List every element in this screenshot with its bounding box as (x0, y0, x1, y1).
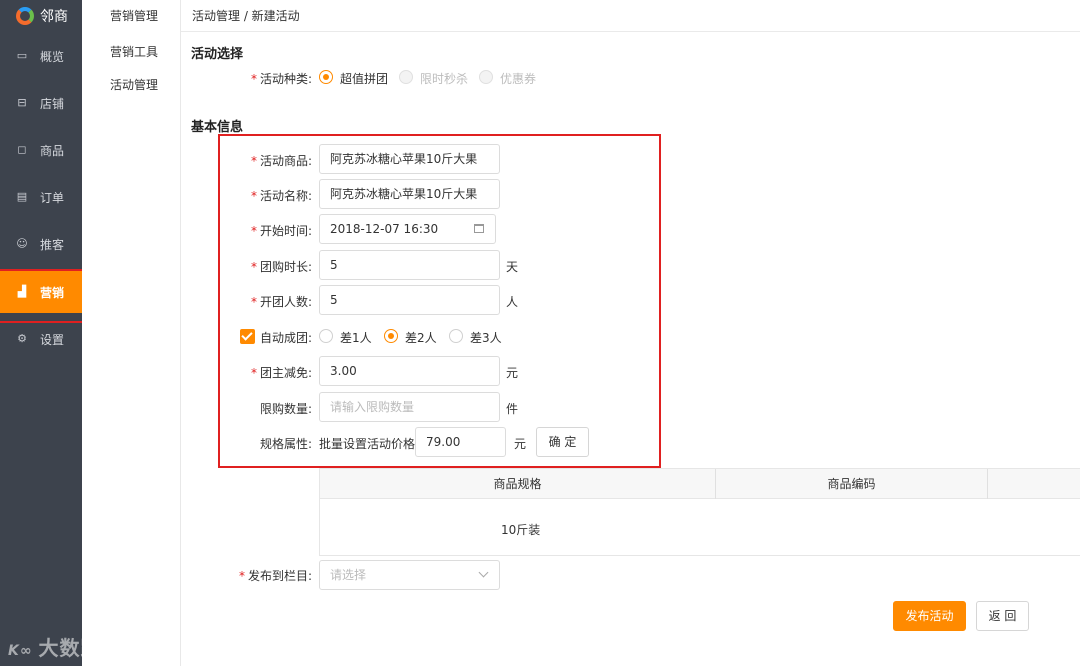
radio-coupon[interactable] (479, 70, 493, 84)
sidebar-item-label: 推客 (40, 237, 65, 252)
users-icon: ☺ (16, 237, 28, 250)
publish-label: * 发布到栏目: (238, 569, 312, 583)
back-button[interactable]: 返 回 (976, 601, 1029, 631)
column-header-code: 商品编码 (827, 477, 876, 491)
sidebar-item-store[interactable]: ⊟ 店铺 (0, 82, 82, 124)
bag-icon: ◻ (17, 143, 27, 156)
radio-group-buy[interactable] (319, 70, 333, 84)
table-cell-spec: 10斤装 (501, 523, 541, 537)
publish-select[interactable]: 请选择 (319, 560, 500, 590)
store-icon: ⊟ (17, 96, 27, 109)
radio-flash-sale[interactable] (399, 70, 413, 84)
sidebar-item-settings[interactable]: ⚙ 设置 (0, 318, 82, 360)
radio-flash-sale-label: 限时秒杀 (420, 72, 469, 86)
table-header: 商品规格 商品编码 (320, 469, 1080, 499)
sidebar-item-orders[interactable]: ▤ 订单 (0, 176, 82, 218)
section-title-basic-info: 基本信息 (191, 120, 244, 135)
column-header-spec: 商品规格 (493, 477, 542, 491)
app-name: 邻商 (40, 9, 68, 25)
sidebar-item-label: 商品 (40, 143, 65, 158)
watermark-logo-icon: K∞ (8, 643, 33, 659)
radio-group-buy-label: 超值拼团 (340, 72, 389, 86)
radio-coupon-label: 优惠券 (500, 72, 537, 86)
section-title-activity-select: 活动选择 (191, 47, 244, 62)
subnav-item-activity-management[interactable]: 活动管理 (110, 76, 158, 93)
main-sidebar: 邻商 ▭ 概览 ⊟ 店铺 ◻ 商品 ▤ 订单 ☺ 推客 ▟ 营销 ⚙ 设置 (0, 0, 82, 666)
header-divider (181, 31, 1080, 32)
publish-activity-button[interactable]: 发布活动 (893, 601, 966, 631)
gear-icon: ⚙ (17, 332, 27, 345)
sidebar-item-label: 概览 (40, 49, 65, 64)
brand-logo-icon (16, 7, 34, 25)
sidebar-item-overview[interactable]: ▭ 概览 (0, 35, 82, 77)
sidebar-item-promoters[interactable]: ☺ 推客 (0, 223, 82, 265)
column-divider (987, 469, 988, 499)
watermark: K∞ 大数跨境 (8, 636, 123, 660)
sidebar-item-label: 订单 (40, 190, 65, 205)
activity-type-label: * 活动种类: (250, 72, 312, 86)
sidebar-item-label: 设置 (40, 332, 65, 347)
monitor-icon: ▭ (16, 49, 28, 62)
app-logo: 邻商 (0, 0, 82, 32)
document-icon: ▤ (16, 190, 28, 203)
highlight-box-form (218, 134, 661, 468)
spec-table: 商品规格 商品编码 10斤装 (319, 468, 1080, 556)
sub-sidebar: 营销管理 营销工具 活动管理 (82, 0, 181, 666)
subnav-title: 营销管理 (110, 9, 159, 23)
highlight-box-marketing (0, 269, 90, 323)
subnav-item-marketing-tools[interactable]: 营销工具 (110, 43, 158, 60)
sidebar-item-label: 店铺 (40, 96, 65, 111)
breadcrumb: 活动管理 / 新建活动 (192, 9, 300, 23)
sidebar-item-products[interactable]: ◻ 商品 (0, 129, 82, 171)
